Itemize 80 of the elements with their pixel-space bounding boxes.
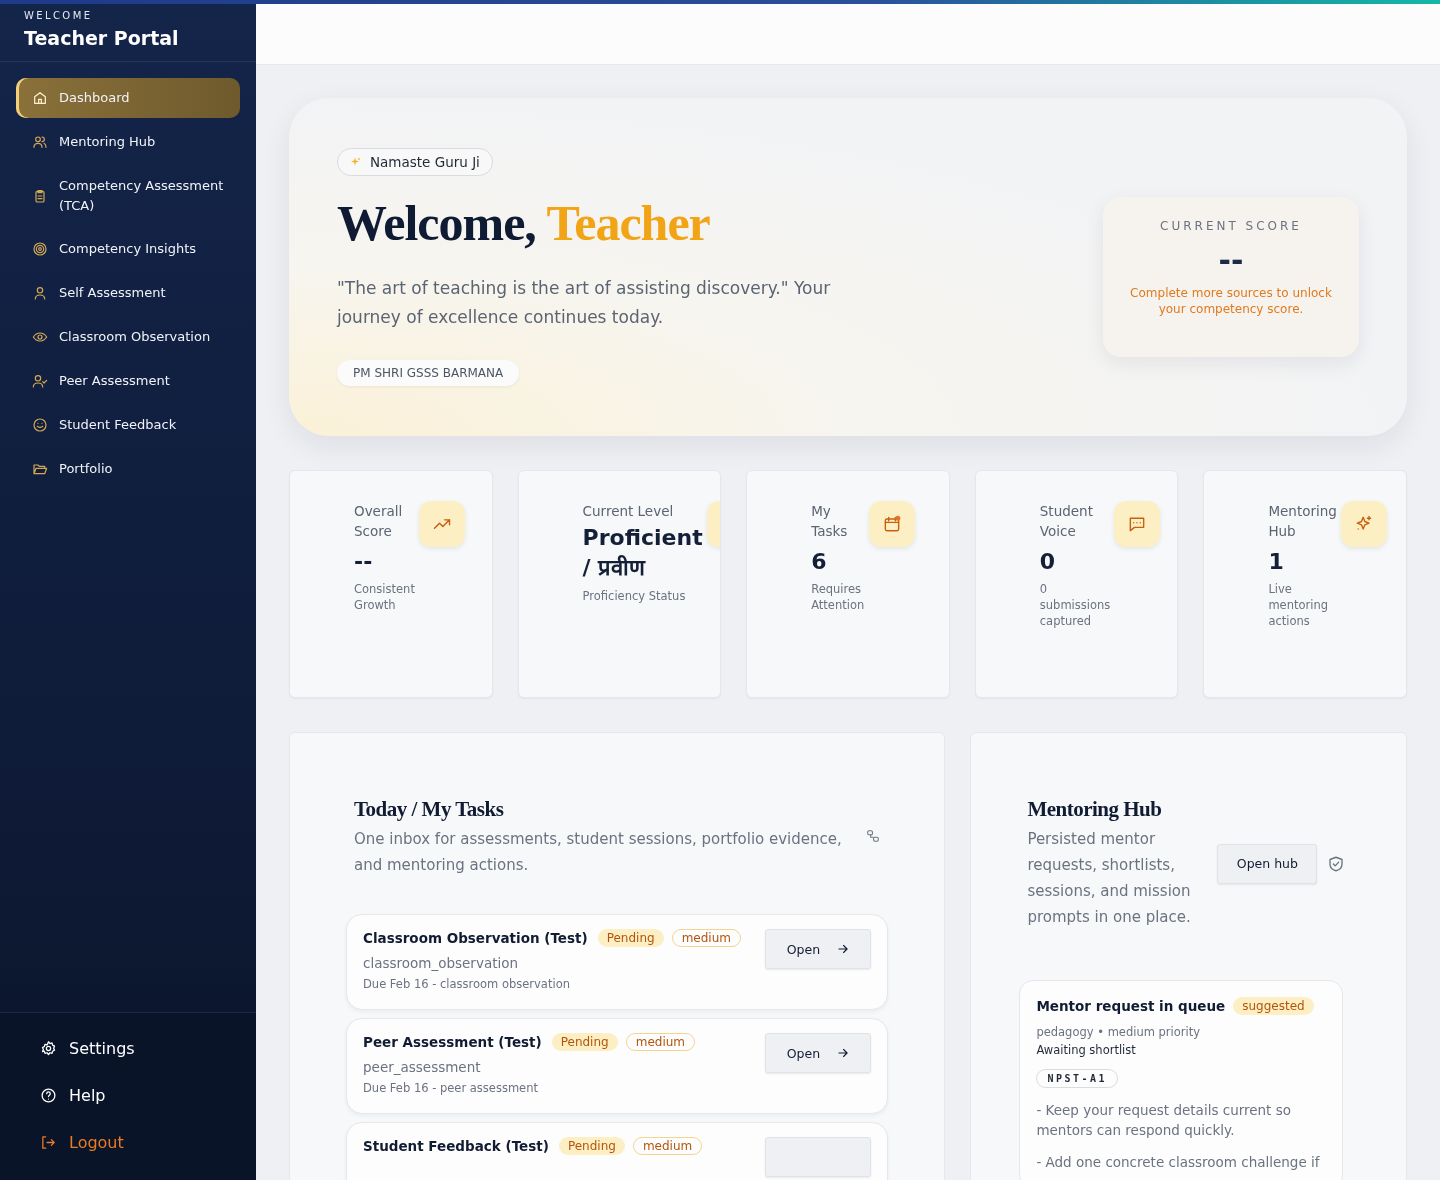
stat-label: Mentoring Hub [1268, 502, 1337, 541]
task-due: Due Feb 16 - peer assessment [363, 1081, 539, 1095]
status-badge: Pending [558, 1137, 625, 1155]
open-button[interactable] [765, 1137, 872, 1177]
logout-icon [40, 1134, 57, 1151]
score-hint: Complete more sources to unlock your competency score. [1129, 285, 1333, 317]
stat-value: 1 [1268, 551, 1285, 573]
arrow-icon [836, 1046, 851, 1060]
stat-value: Proficient / प्रवीण [582, 524, 703, 582]
open-hub-button[interactable]: Open hub [1217, 843, 1318, 884]
stat-label: Overall Score [354, 502, 404, 541]
nav-item[interactable]: Portfolio [16, 449, 240, 489]
link-icon [866, 829, 881, 843]
request-meta: pedagogy • medium priority [1036, 1025, 1202, 1039]
mentoring-title: Mentoring Hub [1027, 797, 1163, 822]
tasks-subtitle: One inbox for assessments, student sessions, portfolio evidence, and mentoring actions. [354, 829, 843, 876]
stat-note: 0 submissions captured [1039, 581, 1111, 629]
message-icon [1114, 501, 1161, 547]
task-type: classroom_observation [363, 955, 520, 971]
nav-item[interactable]: Competency Assessment (TCA) [16, 166, 240, 225]
score-value: -- [1218, 243, 1244, 279]
help-icon [40, 1087, 57, 1104]
request-state: Awaiting shortlist [1036, 1043, 1137, 1057]
eye-icon [32, 329, 48, 345]
stat-label: Student Voice [1039, 502, 1094, 541]
people-icon [32, 134, 48, 150]
sidebar-eyebrow: WELCOME [24, 10, 94, 21]
settings-icon [40, 1040, 57, 1057]
nav-item[interactable]: Dashboard [16, 78, 240, 118]
nav-item[interactable]: Peer Assessment [16, 361, 240, 401]
status-badge: Pending [597, 929, 664, 947]
nav-item[interactable]: Classroom Observation [16, 317, 240, 357]
tasks-title: Today / My Tasks [354, 797, 505, 822]
smile-icon [32, 417, 48, 433]
status-badge: Pending [551, 1033, 618, 1051]
logout-button[interactable]: Logout [40, 1125, 216, 1160]
request-title: Mentor request in queue [1036, 998, 1226, 1014]
portal-title: Teacher Portal [24, 27, 180, 49]
task-title: Classroom Observation (Test) [363, 930, 588, 946]
calendar-icon [868, 501, 915, 547]
task-title: Peer Assessment (Test) [363, 1034, 542, 1050]
school-badge: PM SHRI GSSS BARMANA [337, 360, 520, 386]
stat-note: Live mentoring actions [1268, 581, 1329, 629]
person-icon [32, 285, 48, 301]
target-icon [32, 241, 48, 257]
quote-text: "The art of teaching is the art of assisting discovery." Your journey of excellence continues today. [337, 277, 832, 329]
trend-icon [418, 501, 465, 547]
welcome-heading: Welcome, Teacher [337, 194, 710, 252]
folder-icon [32, 461, 48, 477]
person-check-icon [32, 373, 48, 389]
arrow-icon [836, 942, 851, 956]
status-badge: suggested [1233, 997, 1314, 1015]
stat-value: 0 [1039, 551, 1057, 573]
mentoring-description: Persisted mentor requests, shortlists, sessions, and mission prompts in one place. [1027, 829, 1192, 928]
nav-item[interactable]: Student Feedback [16, 405, 240, 445]
nav-item[interactable]: Mentoring Hub [16, 122, 240, 162]
score-label: CURRENT SCORE [1160, 219, 1302, 233]
settings-button[interactable]: Settings [40, 1031, 216, 1066]
help-button[interactable]: Help [40, 1078, 216, 1113]
stat-value: 6 [811, 551, 828, 573]
stat-note: Proficiency Status [582, 588, 687, 605]
stat-label: Current Level [582, 502, 675, 521]
open-button[interactable]: Open [765, 929, 872, 969]
stat-value: -- [354, 551, 374, 573]
tip-text: - Add one concrete classroom challenge if [1036, 1153, 1321, 1172]
clipboard-icon [32, 187, 48, 204]
home-icon [32, 90, 48, 106]
nav-item[interactable]: Competency Insights [16, 229, 240, 269]
task-type: peer_assessment [363, 1059, 482, 1075]
nav-item[interactable]: Self Assessment [16, 273, 240, 313]
stat-note: Requires Attention [811, 581, 865, 613]
task-due: Due Feb 16 - classroom observation [363, 977, 571, 991]
stat-label: My Tasks [811, 502, 849, 541]
stat-note: Consistent Growth [354, 581, 415, 613]
sparkle-icon [1340, 501, 1387, 547]
task-title: Student Feedback (Test) [363, 1138, 549, 1154]
open-button[interactable]: Open [765, 1033, 872, 1073]
tip-text: - Keep your request details current so mentors can respond quickly. [1036, 1101, 1292, 1140]
shield-check-icon [1327, 854, 1346, 873]
greeting-badge: Namaste Guru Ji [337, 148, 493, 176]
